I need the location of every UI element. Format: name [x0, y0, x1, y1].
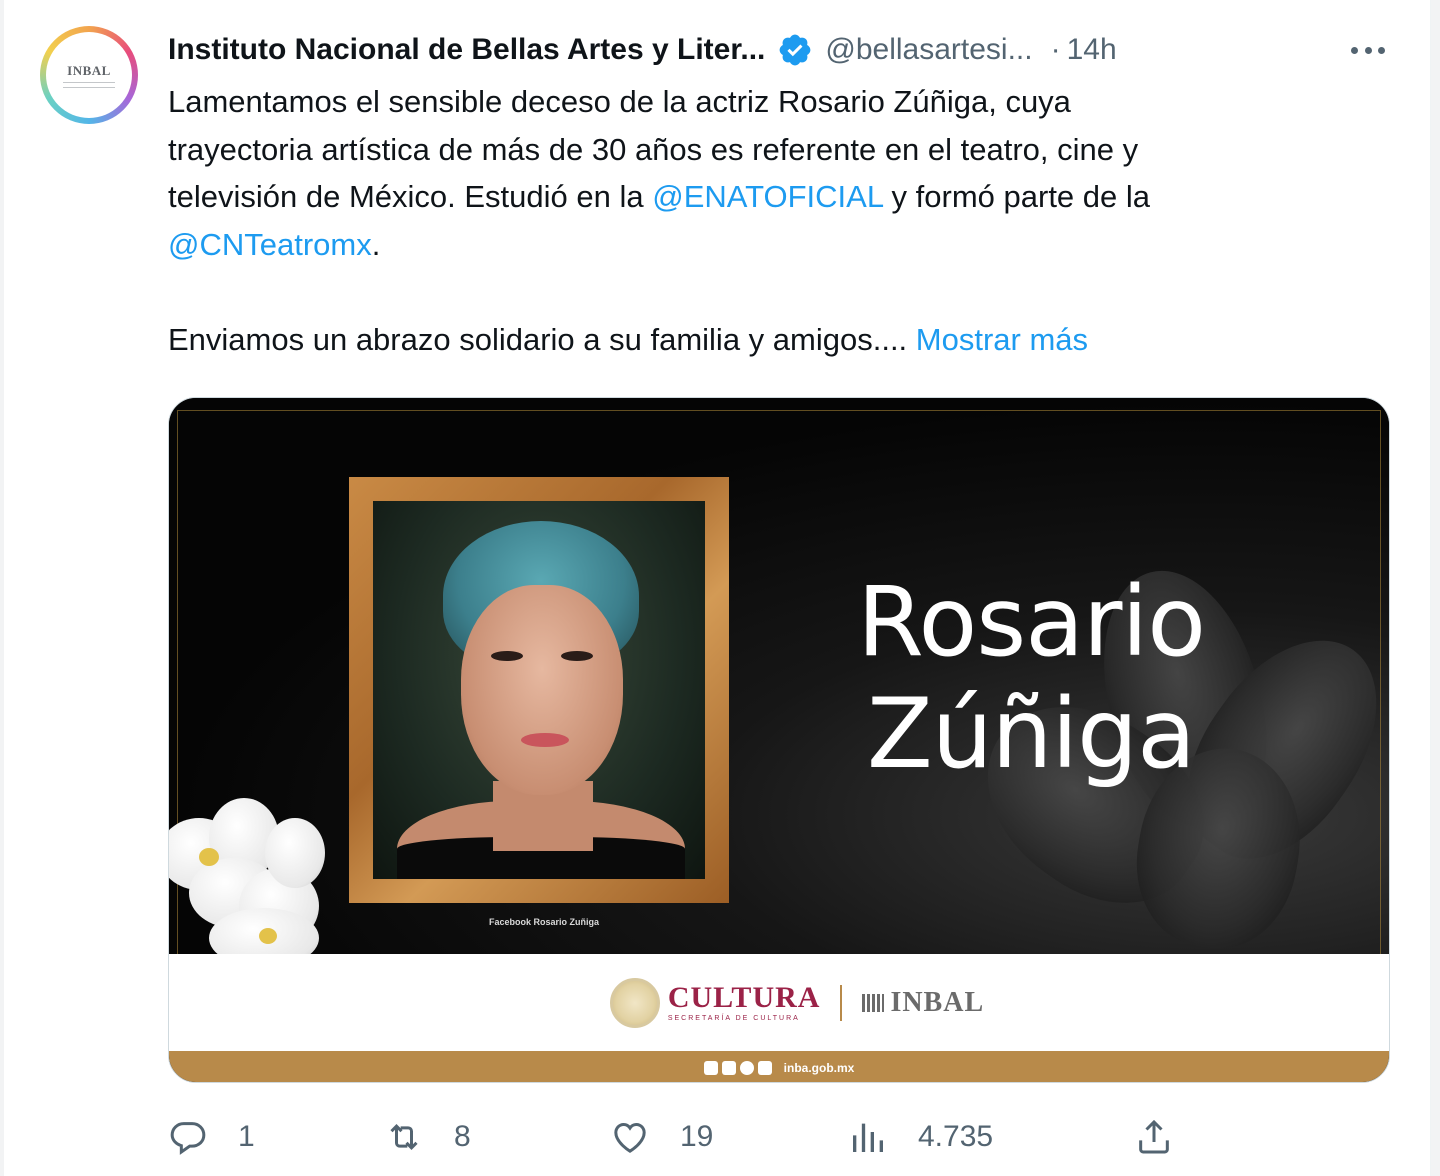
site-url: inba.gob.mx [783, 1060, 855, 1075]
reply-button[interactable]: 1 [168, 1112, 255, 1162]
tweet-text: Lamentamos el sensible deceso de la actr… [168, 78, 1348, 363]
inbal-building-icon [862, 993, 885, 1012]
author-name[interactable]: Instituto Nacional de Bellas Artes y Lit… [168, 33, 765, 67]
youtube-icon [757, 1060, 772, 1075]
retweet-icon [390, 1124, 418, 1150]
photo-credit: Facebook Rosario Zuñiga [489, 917, 600, 927]
portrait-wooden-frame [349, 477, 729, 903]
media-footer-logos: CULTURA SECRETARÍA DE CULTURA INBAL [169, 954, 1389, 1051]
reply-icon [170, 1122, 206, 1155]
show-more-link[interactable]: Mostrar más [916, 322, 1088, 357]
cultura-logo-text: CULTURA [667, 981, 821, 1014]
mention-link-enat[interactable]: @ENATOFICIAL [652, 179, 883, 214]
footer-divider [840, 984, 843, 1021]
frame-edge-right [1430, 0, 1440, 1176]
text-fragment: Enviamos un abrazo solidario a su famili… [168, 321, 916, 357]
author-handle[interactable]: @bellasartesi... [825, 33, 1032, 67]
cultura-logo: CULTURA SECRETARÍA DE CULTURA [667, 981, 821, 1023]
text-fragment: y formó parte de la [882, 179, 1151, 214]
tweet-text-line-5: Enviamos un abrazo solidario a su famili… [168, 316, 1348, 364]
tweet-actions: 1 8 19 4.735 [168, 1112, 1188, 1162]
tweet-text-line-3: televisión de México. Estudió en la @ENA… [168, 173, 1348, 221]
share-icon [1139, 1119, 1169, 1154]
inbal-logo-text: INBAL [890, 986, 985, 1018]
headline-line-1: Rosario [857, 566, 1206, 678]
frame-edge-left [0, 0, 4, 1176]
author-avatar[interactable]: INBAL [40, 26, 138, 124]
cultura-logo-subtext: SECRETARÍA DE CULTURA [667, 1015, 800, 1022]
instagram-icon [739, 1060, 754, 1075]
tweet-text-line-1: Lamentamos el sensible deceso de la actr… [168, 84, 1071, 119]
text-fragment: televisión de México. Estudió en la [168, 179, 653, 214]
reply-count: 1 [238, 1120, 255, 1153]
social-icons [703, 1060, 776, 1075]
avatar-logo-text: INBAL [67, 62, 111, 78]
retweet-button[interactable]: 8 [384, 1112, 471, 1162]
views-button[interactable]: 4.735 [848, 1112, 993, 1162]
tweet-timestamp[interactable]: 14h [1067, 33, 1117, 67]
header-separator: · [1050, 33, 1061, 66]
more-icon[interactable] [1346, 34, 1390, 66]
avatar-logo-subtext [63, 81, 115, 88]
mention-link-cnteatro[interactable]: @CNTeatromx [168, 227, 372, 262]
views-count: 4.735 [918, 1120, 994, 1153]
tweet-media-image[interactable]: Facebook Rosario Zuñiga Rosario Zúñiga C… [168, 397, 1390, 1083]
retweet-count: 8 [454, 1120, 471, 1153]
verified-badge-icon[interactable] [777, 32, 813, 68]
text-fragment: . [371, 226, 381, 262]
twitter-icon [721, 1060, 736, 1075]
portrait-photo [373, 501, 705, 879]
footer-logos: CULTURA SECRETARÍA DE CULTURA INBAL [609, 977, 984, 1028]
like-count: 19 [680, 1120, 714, 1153]
government-seal-icon [609, 977, 660, 1028]
views-icon [853, 1123, 883, 1152]
tweet-text-line-2: trayectoria artística de más de 30 años … [168, 131, 1139, 167]
tweet-header: Instituto Nacional de Bellas Artes y Lit… [168, 26, 1408, 74]
tweet-text-line-4: @CNTeatromx. [168, 221, 1348, 269]
facebook-icon [703, 1060, 718, 1075]
share-button[interactable] [1134, 1112, 1174, 1162]
headline-line-2: Zúñiga [867, 678, 1196, 790]
like-button[interactable]: 19 [610, 1112, 713, 1162]
avatar-inner: INBAL [46, 32, 132, 118]
inbal-logo: INBAL [862, 987, 984, 1019]
media-social-strip: inba.gob.mx [169, 1051, 1389, 1082]
orchid-flowers-graphic [169, 798, 329, 968]
headline-name: Rosario Zúñiga [811, 566, 1251, 790]
heart-icon [614, 1122, 646, 1153]
